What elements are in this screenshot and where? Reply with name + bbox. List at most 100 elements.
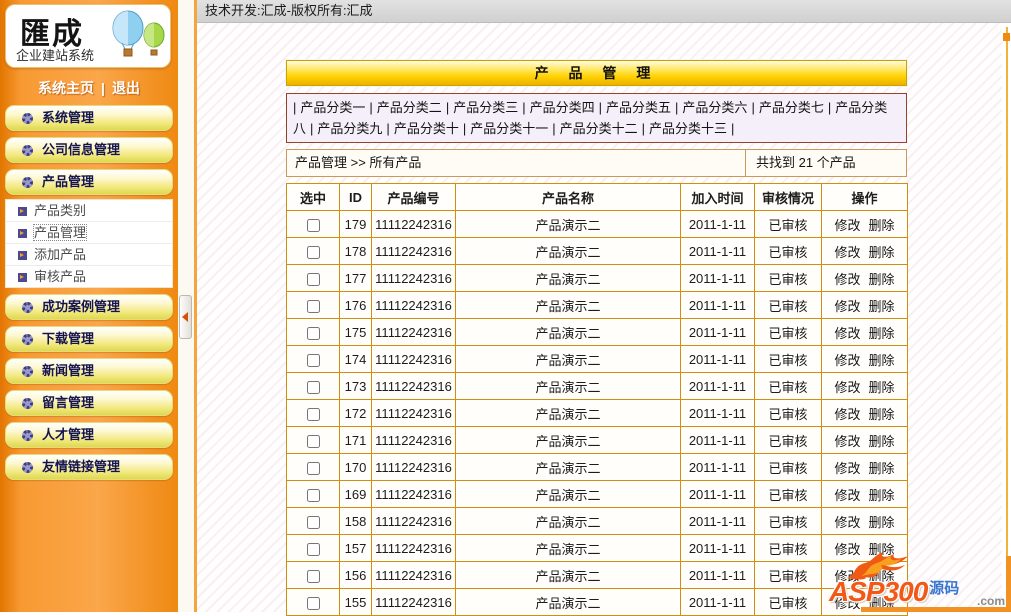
row-code: 11112242316 bbox=[372, 265, 456, 292]
scrollbar-thumb[interactable] bbox=[1003, 33, 1010, 41]
delete-link[interactable]: 删除 bbox=[869, 407, 895, 422]
edit-link[interactable]: 修改 bbox=[834, 434, 860, 449]
gear-icon bbox=[22, 145, 33, 156]
category-link[interactable]: 产品分类十一 bbox=[470, 121, 548, 136]
row-checkbox[interactable] bbox=[307, 246, 320, 259]
cell-select bbox=[287, 346, 340, 373]
category-link[interactable]: 产品分类五 bbox=[606, 100, 671, 115]
category-link[interactable]: 产品分类六 bbox=[682, 100, 747, 115]
delete-link[interactable]: 删除 bbox=[869, 515, 895, 530]
home-link[interactable]: 系统主页 bbox=[38, 80, 94, 96]
row-checkbox[interactable] bbox=[307, 273, 320, 286]
row-id: 179 bbox=[340, 211, 372, 238]
edit-link[interactable]: 修改 bbox=[834, 407, 860, 422]
edit-link[interactable]: 修改 bbox=[834, 272, 860, 287]
row-checkbox[interactable] bbox=[307, 543, 320, 556]
sidebar-item-friend-links[interactable]: 友情链接管理 bbox=[5, 454, 173, 480]
delete-link[interactable]: 删除 bbox=[869, 272, 895, 287]
row-checkbox[interactable] bbox=[307, 219, 320, 232]
row-checkbox[interactable] bbox=[307, 300, 320, 313]
row-status: 已审核 bbox=[755, 508, 822, 535]
row-id: 172 bbox=[340, 400, 372, 427]
edit-link[interactable]: 修改 bbox=[834, 515, 860, 530]
row-date: 2011-1-11 bbox=[681, 319, 755, 346]
row-checkbox[interactable] bbox=[307, 327, 320, 340]
row-status: 已审核 bbox=[755, 211, 822, 238]
category-link[interactable]: 产品分类四 bbox=[530, 100, 595, 115]
submenu-item-product-manage[interactable]: 产品管理 bbox=[6, 222, 172, 244]
row-checkbox[interactable] bbox=[307, 570, 320, 583]
sidebar-item-download[interactable]: 下载管理 bbox=[5, 326, 173, 352]
row-checkbox[interactable] bbox=[307, 408, 320, 421]
edit-link[interactable]: 修改 bbox=[834, 245, 860, 260]
sidebar-collapse-handle[interactable] bbox=[179, 295, 192, 339]
edit-link[interactable]: 修改 bbox=[834, 326, 860, 341]
edit-link[interactable]: 修改 bbox=[834, 353, 860, 368]
sidebar-item-product[interactable]: 产品管理 bbox=[5, 169, 173, 195]
delete-link[interactable]: 删除 bbox=[869, 488, 895, 503]
delete-link[interactable]: 删除 bbox=[869, 434, 895, 449]
row-status: 已审核 bbox=[755, 319, 822, 346]
row-code: 11112242316 bbox=[372, 535, 456, 562]
row-date: 2011-1-11 bbox=[681, 562, 755, 589]
delete-link[interactable]: 删除 bbox=[869, 326, 895, 341]
cell-select bbox=[287, 427, 340, 454]
row-checkbox[interactable] bbox=[307, 489, 320, 502]
category-link[interactable]: 产品分类十三 bbox=[649, 121, 727, 136]
delete-link[interactable]: 删除 bbox=[869, 245, 895, 260]
category-link[interactable]: 产品分类七 bbox=[759, 100, 824, 115]
edit-link[interactable]: 修改 bbox=[834, 218, 860, 233]
delete-link[interactable]: 删除 bbox=[869, 380, 895, 395]
category-link[interactable]: 产品分类九 bbox=[317, 121, 382, 136]
edit-link[interactable]: 修改 bbox=[834, 461, 860, 476]
menu-label: 成功案例管理 bbox=[42, 299, 120, 314]
collapse-arrow-icon bbox=[182, 312, 188, 322]
sidebar-item-talent[interactable]: 人才管理 bbox=[5, 422, 173, 448]
logo-subtitle: 企业建站系统 bbox=[16, 45, 94, 64]
delete-link[interactable]: 删除 bbox=[869, 461, 895, 476]
row-date: 2011-1-11 bbox=[681, 427, 755, 454]
submenu-item-product-review[interactable]: 审核产品 bbox=[6, 266, 172, 287]
sidebar-item-company-info[interactable]: 公司信息管理 bbox=[5, 137, 173, 163]
delete-link[interactable]: 删除 bbox=[869, 353, 895, 368]
cell-actions: 修改删除 bbox=[822, 400, 908, 427]
category-link[interactable]: 产品分类三 bbox=[453, 100, 518, 115]
submenu-label: 审核产品 bbox=[34, 269, 86, 284]
row-checkbox[interactable] bbox=[307, 516, 320, 529]
category-link[interactable]: 产品分类一 bbox=[300, 100, 365, 115]
table-row: 175 11112242316 产品演示二 2011-1-11 已审核 修改删除 bbox=[287, 319, 908, 346]
delete-link[interactable]: 删除 bbox=[869, 299, 895, 314]
row-code: 11112242316 bbox=[372, 508, 456, 535]
scrollbar[interactable] bbox=[1002, 23, 1011, 612]
category-link[interactable]: 产品分类十 bbox=[394, 121, 459, 136]
col-id: ID bbox=[340, 184, 372, 211]
row-checkbox[interactable] bbox=[307, 435, 320, 448]
row-checkbox[interactable] bbox=[307, 381, 320, 394]
delete-link[interactable]: 删除 bbox=[869, 218, 895, 233]
menu-label: 人才管理 bbox=[42, 427, 94, 442]
submenu-item-product-add[interactable]: 添加产品 bbox=[6, 244, 172, 266]
edit-link[interactable]: 修改 bbox=[834, 299, 860, 314]
row-status: 已审核 bbox=[755, 373, 822, 400]
submenu-item-product-category[interactable]: 产品类别 bbox=[6, 200, 172, 222]
sidebar-item-system[interactable]: 系统管理 bbox=[5, 105, 173, 131]
separator: | bbox=[463, 121, 466, 136]
watermark-brand: ASP300 bbox=[829, 576, 927, 607]
submenu-label: 产品类别 bbox=[34, 203, 86, 218]
row-checkbox[interactable] bbox=[307, 597, 320, 610]
link-separator: | bbox=[101, 80, 105, 96]
cell-select bbox=[287, 373, 340, 400]
sidebar-item-news[interactable]: 新闻管理 bbox=[5, 358, 173, 384]
cell-actions: 修改删除 bbox=[822, 373, 908, 400]
menu-label: 留言管理 bbox=[42, 395, 94, 410]
category-link[interactable]: 产品分类十二 bbox=[560, 121, 638, 136]
logout-link[interactable]: 退出 bbox=[112, 80, 140, 96]
edit-link[interactable]: 修改 bbox=[834, 380, 860, 395]
edit-link[interactable]: 修改 bbox=[834, 488, 860, 503]
row-checkbox[interactable] bbox=[307, 462, 320, 475]
sidebar-item-success-case[interactable]: 成功案例管理 bbox=[5, 294, 173, 320]
table-row: 155 11112242316 产品演示二 2011-1-11 已审核 修改删除 bbox=[287, 589, 908, 616]
sidebar-item-message[interactable]: 留言管理 bbox=[5, 390, 173, 416]
row-checkbox[interactable] bbox=[307, 354, 320, 367]
category-link[interactable]: 产品分类二 bbox=[377, 100, 442, 115]
